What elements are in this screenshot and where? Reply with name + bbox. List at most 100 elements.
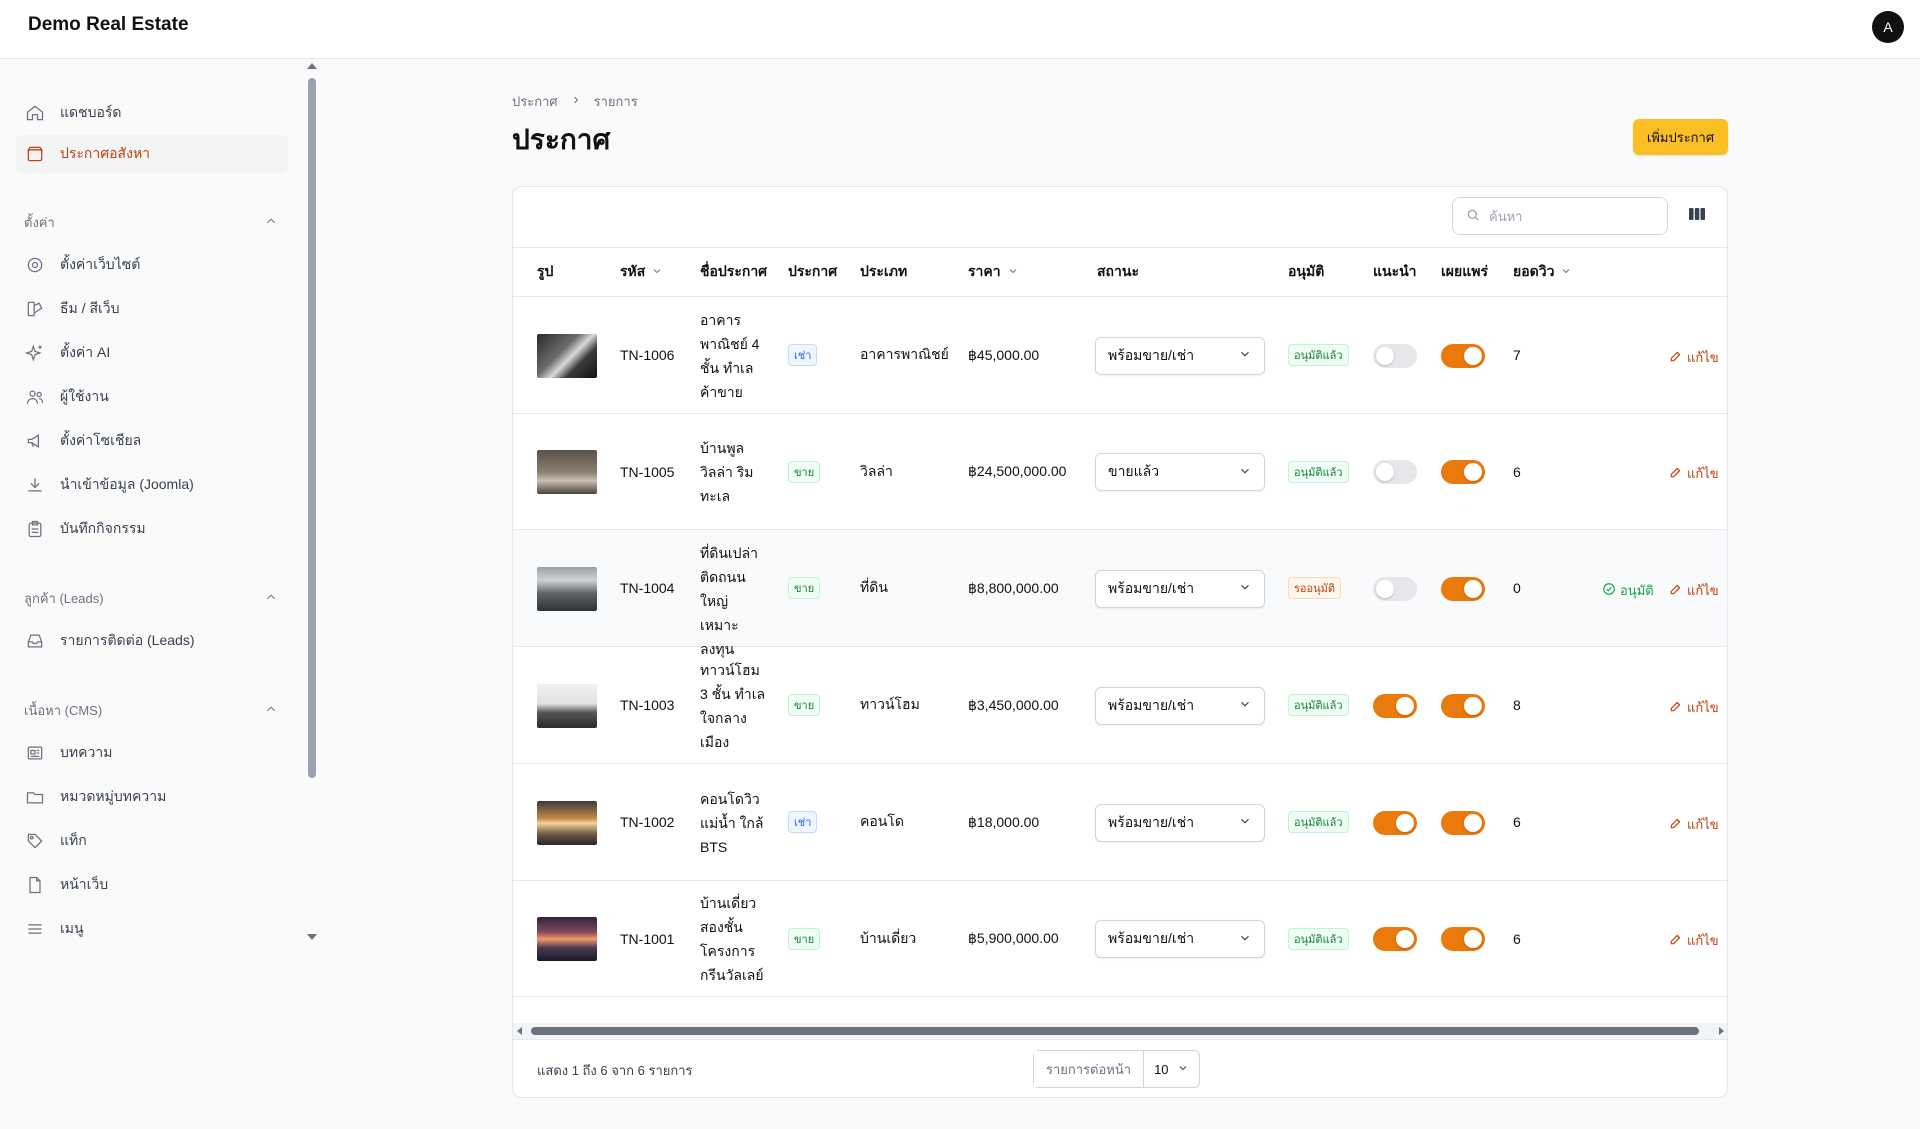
header-published: เผยแพร่ — [1441, 263, 1488, 279]
listing-thumbnail[interactable] — [537, 800, 597, 845]
app-title[interactable]: Demo Real Estate — [28, 14, 189, 36]
edit-button[interactable]: แก้ไข — [1669, 697, 1719, 718]
listing-price: ฿24,500,000.00 — [968, 463, 1067, 479]
sidebar-item-dashboard[interactable]: แดชบอร์ด — [16, 94, 288, 132]
published-toggle[interactable] — [1441, 693, 1485, 718]
chevron-down-icon — [1238, 814, 1252, 831]
published-toggle[interactable] — [1441, 810, 1485, 835]
sidebar-item-social[interactable]: ตั้งค่าโซเชียล — [16, 422, 288, 460]
sidebar-group-cms[interactable]: เนื้อหา (CMS) — [24, 698, 278, 722]
pagination-summary: แสดง 1 ถึง 6 จาก 6 รายการ — [537, 1063, 693, 1078]
toggle-knob — [1376, 579, 1394, 598]
per-page-select[interactable]: รายการต่อหน้า 10 — [1033, 1050, 1200, 1088]
sidebar-item-leads[interactable]: รายการติดต่อ (Leads) — [16, 622, 288, 660]
breadcrumb-root[interactable]: ประกาศ — [512, 91, 558, 112]
sidebar-item-menu[interactable]: เมนู — [16, 910, 288, 948]
edit-label: แก้ไข — [1687, 349, 1719, 365]
toggle-knob — [1464, 346, 1482, 365]
add-listing-button[interactable]: เพิ่มประกาศ — [1633, 119, 1728, 155]
per-page-value-box[interactable]: 10 — [1144, 1062, 1198, 1077]
sidebar-item-categories[interactable]: หมวดหมู่บทความ — [16, 778, 288, 816]
featured-toggle[interactable] — [1373, 460, 1417, 484]
status-select[interactable]: พร้อมขาย/เช่า — [1095, 803, 1265, 842]
header-code[interactable]: รหัส — [620, 248, 663, 296]
status-select[interactable]: พร้อมขาย/เช่า — [1095, 686, 1265, 725]
listing-name: ทาวน์โฮม 3 ชั้น ทำเล ใจกลาง เมือง — [700, 658, 770, 754]
status-select[interactable]: พร้อมขาย/เช่า — [1095, 336, 1265, 375]
sidebar-item-ai-settings[interactable]: ตั้งค่า AI — [16, 334, 288, 372]
bars-icon — [24, 918, 46, 940]
listing-thumbnail[interactable] — [537, 450, 597, 494]
approval-badge: อนุมัติแล้ว — [1288, 811, 1349, 833]
featured-toggle[interactable] — [1373, 343, 1417, 368]
edit-button[interactable]: แก้ไข — [1669, 814, 1719, 835]
status-select[interactable]: ขายแล้ว — [1095, 453, 1265, 491]
status-select[interactable]: พร้อมขาย/เช่า — [1095, 920, 1265, 958]
edit-button[interactable]: แก้ไข — [1669, 347, 1719, 368]
featured-toggle[interactable] — [1373, 693, 1417, 718]
property-type: คอนโด — [860, 813, 904, 829]
edit-button[interactable]: แก้ไข — [1669, 580, 1719, 601]
listing-price: ฿45,000.00 — [968, 346, 1040, 363]
view-count: 6 — [1513, 814, 1521, 830]
sidebar-group-settings[interactable]: ตั้งค่า — [24, 210, 278, 234]
listing-type-badge: ขาย — [788, 460, 821, 483]
sidebar-item-site-settings[interactable]: ตั้งค่าเว็บไซต์ — [16, 246, 288, 284]
featured-toggle[interactable] — [1373, 810, 1417, 835]
sidebar-item-import[interactable]: นำเข้าข้อมูล (Joomla) — [16, 466, 288, 504]
sidebar-item-label: บทความ — [60, 744, 113, 760]
avatar[interactable]: A — [1872, 11, 1904, 43]
status-select[interactable]: พร้อมขาย/เช่า — [1095, 569, 1265, 608]
sidebar-item-activity-log[interactable]: บันทึกกิจกรรม — [16, 510, 288, 548]
property-type: ทาวน์โฮม — [860, 696, 920, 712]
listing-name-line: ค้าขาย — [700, 383, 743, 400]
featured-toggle[interactable] — [1373, 927, 1417, 951]
approve-button[interactable]: อนุมัติ — [1602, 580, 1654, 601]
published-toggle[interactable] — [1441, 460, 1485, 484]
edit-icon — [1669, 349, 1683, 366]
sidebar-item-label: หมวดหมู่บทความ — [60, 788, 167, 804]
sidebar-item-pages[interactable]: หน้าเว็บ — [16, 866, 288, 904]
header-image: รูป — [537, 263, 554, 279]
scroll-up-arrow-icon[interactable] — [307, 63, 317, 69]
horizontal-scroll-thumb[interactable] — [531, 1027, 1699, 1035]
columns-toggle-icon[interactable] — [1688, 205, 1706, 223]
header-views-label: ยอดวิว — [1513, 263, 1555, 279]
published-toggle[interactable] — [1441, 343, 1485, 368]
listing-thumbnail[interactable] — [537, 566, 597, 611]
listing-thumbnail[interactable] — [537, 333, 597, 378]
sidebar-item-users[interactable]: ผู้ใช้งาน — [16, 378, 288, 416]
box-icon — [24, 143, 46, 165]
listing-thumbnail[interactable] — [537, 683, 597, 728]
featured-toggle[interactable] — [1373, 576, 1417, 601]
edit-button[interactable]: แก้ไข — [1669, 463, 1719, 484]
published-toggle[interactable] — [1441, 576, 1485, 601]
sidebar-item-theme[interactable]: ธีม / สีเว็บ — [16, 290, 288, 328]
property-type: ที่ดิน — [860, 579, 888, 595]
edit-label: แก้ไข — [1687, 699, 1719, 715]
header-views[interactable]: ยอดวิว — [1513, 248, 1572, 296]
approve-label: อนุมัติ — [1620, 582, 1654, 598]
published-toggle[interactable] — [1441, 927, 1485, 951]
search-input[interactable]: ค้นหา — [1452, 197, 1668, 235]
edit-button[interactable]: แก้ไข — [1669, 930, 1719, 951]
sidebar-item-listings[interactable]: ประกาศอสังหา — [16, 135, 288, 173]
sidebar-scrollbar[interactable] — [308, 78, 316, 778]
property-type: บ้านเดี่ยว — [860, 929, 917, 946]
listing-thumbnail[interactable] — [537, 917, 597, 961]
sidebar-item-tags[interactable]: แท็ก — [16, 822, 288, 860]
sidebar-item-articles[interactable]: บทความ — [16, 734, 288, 772]
scroll-right-arrow-icon[interactable] — [1719, 1027, 1724, 1035]
users-icon — [24, 386, 46, 408]
chevron-down-icon — [645, 264, 663, 280]
chevron-down-icon — [1238, 464, 1252, 481]
header-price[interactable]: ราคา — [968, 248, 1019, 296]
chevron-down-icon — [1001, 264, 1019, 280]
palette-icon — [24, 298, 46, 320]
scroll-down-arrow-icon[interactable] — [307, 934, 317, 940]
table-horizontal-scrollbar[interactable] — [513, 1023, 1727, 1039]
header-approval: อนุมัติ — [1288, 263, 1325, 279]
sidebar-group-leads[interactable]: ลูกค้า (Leads) — [24, 586, 278, 610]
listing-name-line: BTS — [700, 838, 728, 855]
scroll-left-arrow-icon[interactable] — [517, 1027, 522, 1035]
